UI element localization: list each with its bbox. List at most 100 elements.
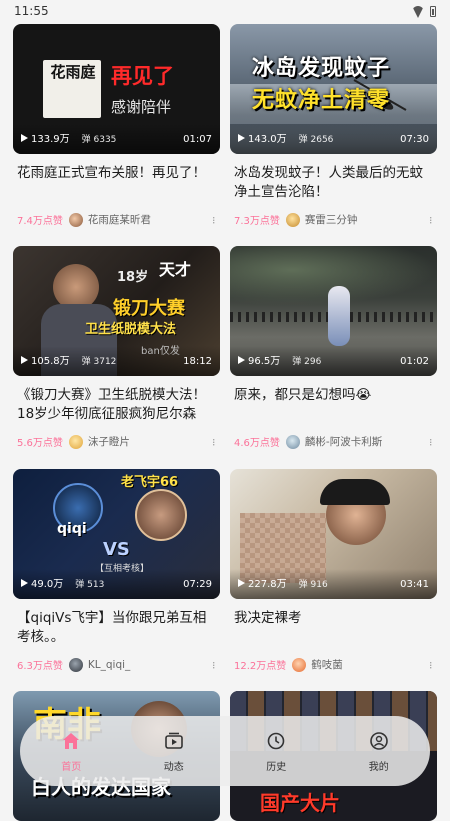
video-title[interactable]: 冰岛发现蚊子！人类最后的无蚊净土宣告沦陷！ [230, 164, 437, 202]
danmu-count: 弹 916 [299, 577, 328, 590]
thumb-left-name: qiqi [57, 521, 87, 537]
video-card[interactable]: 花雨庭 再见了 感谢陪伴 133.9万 弹 6335 01:07 花雨庭正式宣布… [13, 24, 220, 227]
thumb-sub-text: 感谢陪伴 [111, 96, 171, 117]
video-meta: 143.0万 弹 2656 07:30 [230, 124, 437, 154]
more-icon[interactable]: ··· [210, 661, 216, 669]
play-count-icon [238, 579, 245, 587]
avatar[interactable] [292, 658, 306, 672]
tab-history[interactable]: 历史 [246, 730, 306, 773]
like-count: 6.3万点赞 [17, 657, 63, 672]
video-thumbnail[interactable]: 96.5万 弹 296 01:02 [230, 246, 437, 376]
tab-feed-label: 动态 [164, 758, 184, 773]
thumb-main-text: 锻刀大赛 [113, 294, 185, 320]
play-count-icon [21, 579, 28, 587]
view-count: 49.0万 [31, 575, 63, 590]
video-thumbnail[interactable]: 花雨庭 再见了 感谢陪伴 133.9万 弹 6335 01:07 [13, 24, 220, 154]
play-count-icon [21, 134, 28, 142]
avatar-right [135, 489, 187, 541]
video-title[interactable]: 原来，都只是幻想吗😭 [230, 386, 437, 424]
video-thumbnail[interactable]: 18岁 天才 锻刀大赛 卫生纸脱模大法 ban仅发 105.8万 弹 3712 … [13, 246, 220, 376]
video-card[interactable]: 96.5万 弹 296 01:02 原来，都只是幻想吗😭 4.6万点赞 麟彬-阿… [230, 246, 437, 449]
status-time: 11:55 [14, 4, 49, 18]
duration: 03:41 [400, 579, 429, 590]
danmu-count: 弹 3712 [82, 354, 117, 367]
more-icon[interactable]: ··· [427, 438, 433, 446]
feed-icon [163, 730, 185, 752]
avatar[interactable] [69, 213, 83, 227]
danmu-count: 弹 6335 [82, 132, 117, 145]
thumb-age: 18岁 [117, 266, 148, 285]
video-meta: 133.9万 弹 6335 01:07 [13, 124, 220, 154]
tab-profile[interactable]: 我的 [349, 730, 409, 773]
tab-home[interactable]: 首页 [41, 730, 101, 773]
author-name[interactable]: 麟彬-阿波卡利斯 [305, 434, 382, 449]
avatar[interactable] [69, 658, 83, 672]
profile-icon [368, 730, 390, 752]
author-name[interactable]: 沫子瞪片 [88, 434, 130, 449]
view-count: 96.5万 [248, 352, 280, 367]
video-thumbnail[interactable]: 冰岛发现蚊子 无蚊净土清零 143.0万 弹 2656 07:30 [230, 24, 437, 154]
like-count: 5.6万点赞 [17, 434, 63, 449]
video-meta: 227.8万 弹 916 03:41 [230, 569, 437, 599]
duration: 18:12 [183, 356, 212, 367]
duration: 01:02 [400, 356, 429, 367]
bottom-tab-bar: 首页 动态 历史 我的 [20, 716, 430, 786]
thumb-line1: 冰岛发现蚊子 [252, 50, 390, 82]
video-title[interactable]: 《锻刀大赛》卫生纸脱模大法！18岁少年彻底征服疯狗尼尔森 [13, 386, 220, 424]
author-name[interactable]: 赛雷三分钟 [305, 212, 358, 227]
danmu-count: 弹 513 [75, 577, 104, 590]
video-title[interactable]: 我决定裸考 [230, 609, 437, 647]
status-bar: 11:55 [0, 0, 450, 22]
thumb-right-name: 老飞宇66 [121, 471, 178, 490]
video-thumbnail[interactable]: 老飞宇66 qiqi VS 【互相考核】 49.0万 弹 513 07:29 [13, 469, 220, 599]
video-meta: 49.0万 弹 513 07:29 [13, 569, 220, 599]
play-count-icon [21, 356, 28, 364]
more-icon[interactable]: ··· [427, 216, 433, 224]
more-icon[interactable]: ··· [210, 216, 216, 224]
thumb-main-text: 再见了 [111, 60, 174, 90]
like-count: 7.4万点赞 [17, 212, 63, 227]
author-name[interactable]: 鹤吱菌 [311, 657, 343, 672]
duration: 07:30 [400, 134, 429, 145]
tab-history-label: 历史 [266, 758, 286, 773]
figure-shape [328, 286, 350, 346]
video-card[interactable]: 老飞宇66 qiqi VS 【互相考核】 49.0万 弹 513 07:29 【… [13, 469, 220, 672]
like-count: 7.3万点赞 [234, 212, 280, 227]
view-count: 133.9万 [31, 130, 70, 145]
video-meta: 96.5万 弹 296 01:02 [230, 346, 437, 376]
avatar[interactable] [69, 435, 83, 449]
like-count: 4.6万点赞 [234, 434, 280, 449]
tab-profile-label: 我的 [369, 758, 389, 773]
play-count-icon [238, 356, 245, 364]
danmu-count: 弹 296 [292, 354, 321, 367]
avatar[interactable] [286, 435, 300, 449]
more-icon[interactable]: ··· [210, 438, 216, 446]
view-count: 227.8万 [248, 575, 287, 590]
tab-home-label: 首页 [61, 758, 81, 773]
play-count-icon [238, 134, 245, 142]
thumb-sub-text: 卫生纸脱模大法 [85, 318, 176, 337]
home-icon [60, 730, 82, 752]
more-icon[interactable]: ··· [427, 661, 433, 669]
video-thumbnail[interactable]: 227.8万 弹 916 03:41 [230, 469, 437, 599]
author-name[interactable]: KL_qiqi_ [88, 659, 130, 671]
duration: 07:29 [183, 579, 212, 590]
video-meta: 105.8万 弹 3712 18:12 [13, 346, 220, 376]
thumb-logo-text: 花雨庭 [45, 64, 101, 81]
duration: 01:07 [183, 134, 212, 145]
thumb-genius: 天才 [159, 256, 191, 280]
video-card[interactable]: 18岁 天才 锻刀大赛 卫生纸脱模大法 ban仅发 105.8万 弹 3712 … [13, 246, 220, 449]
hair-shape [320, 479, 390, 505]
danmu-count: 弹 2656 [299, 132, 334, 145]
video-card[interactable]: 冰岛发现蚊子 无蚊净土清零 143.0万 弹 2656 07:30 冰岛发现蚊子… [230, 24, 437, 227]
video-title[interactable]: 【qiqiVs飞宇】当你跟兄弟互相考核。。 [13, 609, 220, 647]
avatar[interactable] [286, 213, 300, 227]
thumb-bottom-text: 国产大片 [260, 787, 340, 816]
thumb-vs-text: VS [103, 539, 130, 560]
author-name[interactable]: 花雨庭某昕君 [88, 212, 151, 227]
thumb-line2: 无蚊净土清零 [252, 82, 390, 114]
tab-feed[interactable]: 动态 [144, 730, 204, 773]
video-card[interactable]: 227.8万 弹 916 03:41 我决定裸考 12.2万点赞 鹤吱菌 ··· [230, 469, 437, 672]
video-title[interactable]: 花雨庭正式宣布关服！再见了！ [13, 164, 220, 202]
view-count: 105.8万 [31, 352, 70, 367]
